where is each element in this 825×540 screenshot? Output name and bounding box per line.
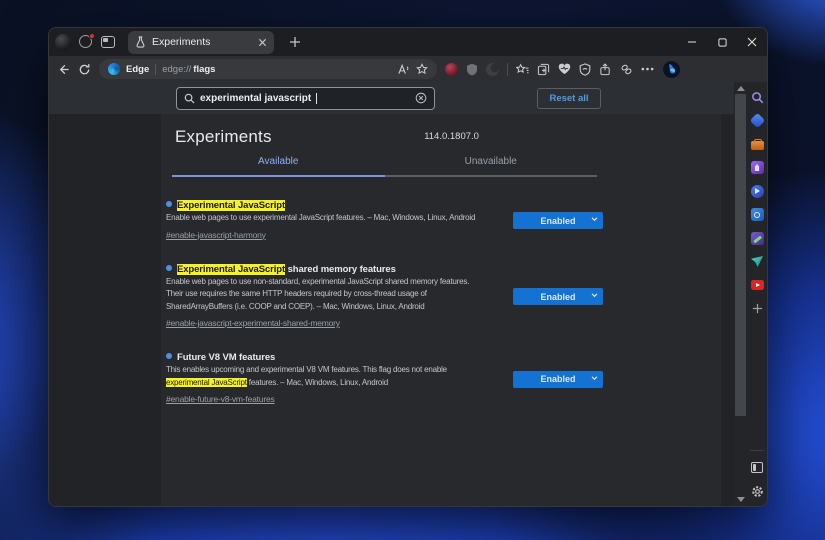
sidebar-games-icon[interactable] — [750, 161, 764, 175]
flag-row-shared-memory: Experimental JavaScript shared memory fe… — [166, 263, 612, 332]
close-button[interactable] — [737, 28, 767, 56]
site-brand-label: Edge — [126, 64, 149, 75]
sidebar-divider — [750, 450, 764, 451]
flag-link[interactable]: #enable-javascript-harmony — [166, 230, 266, 240]
sidebar-tools-icon[interactable] — [750, 137, 764, 151]
flag-description: Enable web pages to use non-standard, ex… — [166, 276, 505, 289]
sidebar-youtube-icon[interactable] — [750, 278, 764, 292]
window-controls — [677, 28, 767, 56]
workspaces-icon[interactable] — [79, 35, 94, 50]
address-bar[interactable]: Edge edge:// flags — [99, 59, 437, 79]
customize-sidebar-icon[interactable] — [750, 461, 764, 475]
sidebar-capture-icon[interactable] — [750, 208, 764, 222]
new-tab-icon[interactable] — [289, 36, 301, 48]
flag-state-select[interactable]: Enabled — [513, 371, 603, 388]
edge-browser-window: Experiments — [48, 27, 768, 507]
sidebar-search-icon[interactable] — [750, 90, 764, 104]
collections-icon[interactable] — [537, 63, 550, 76]
flag-description: Enable web pages to use experimental Jav… — [166, 212, 505, 225]
flag-description: SharedArrayBuffers (i.e. COOP and COEP).… — [166, 301, 505, 314]
back-icon[interactable] — [57, 63, 70, 76]
sidebar-shopping-icon[interactable] — [750, 114, 764, 128]
search-value: experimental javascript — [200, 93, 311, 104]
tab-close-icon[interactable] — [258, 38, 267, 47]
page-scrollbar[interactable] — [734, 82, 747, 506]
flag-state-select[interactable]: Enabled — [513, 212, 603, 229]
flag-link[interactable]: #enable-future-v8-vm-features — [166, 394, 275, 404]
shield-icon[interactable] — [579, 63, 591, 76]
minimize-button[interactable] — [677, 28, 707, 56]
tab-actions-menu-icon[interactable] — [101, 36, 115, 48]
scroll-down-arrow[interactable] — [737, 497, 745, 502]
flags-search-bar: experimental javascript Reset all — [49, 82, 734, 114]
share-icon[interactable] — [599, 63, 612, 76]
clear-search-icon[interactable] — [415, 92, 427, 104]
flag-row-experimental-javascript: Experimental JavaScript Enable web pages… — [166, 199, 612, 243]
link-tools-icon[interactable] — [620, 63, 633, 76]
modified-flag-dot — [166, 265, 172, 271]
extension-icon-1[interactable] — [445, 63, 458, 76]
flag-description: Their use requires the same HTTP headers… — [166, 288, 505, 301]
sidebar-add-icon[interactable] — [750, 302, 764, 316]
tab-experiments[interactable]: Experiments — [128, 31, 274, 54]
scroll-up-arrow[interactable] — [737, 86, 745, 91]
extension-icon-3[interactable] — [486, 63, 499, 76]
page-right-margin — [721, 114, 734, 506]
edge-sidebar — [747, 82, 767, 506]
desktop-wallpaper: Experiments — [0, 0, 825, 540]
url-scheme: edge:// — [162, 64, 191, 75]
experiments-panel: Experiments 114.0.1807.0 Available Unava… — [161, 114, 721, 506]
url-host: flags — [193, 64, 215, 75]
favorites-hub-icon[interactable] — [516, 63, 529, 76]
browser-version: 114.0.1807.0 — [424, 131, 479, 142]
tab-title: Experiments — [152, 36, 252, 48]
availability-tabs: Available Unavailable — [172, 156, 597, 177]
extension-icon-2[interactable] — [466, 63, 478, 76]
flask-icon — [135, 36, 146, 48]
profile-avatar[interactable] — [55, 34, 72, 51]
edge-logo-icon — [108, 63, 120, 75]
flags-page: experimental javascript Reset all Experi… — [49, 82, 734, 506]
page-left-margin — [49, 114, 161, 506]
read-aloud-icon[interactable] — [397, 64, 410, 75]
copilot-icon[interactable] — [662, 60, 681, 79]
sidebar-video-icon[interactable] — [750, 184, 764, 198]
maximize-button[interactable] — [707, 28, 737, 56]
notification-dot — [89, 33, 95, 39]
tab-available[interactable]: Available — [172, 156, 385, 177]
tab-strip: Experiments — [49, 28, 767, 56]
navigation-toolbar: Edge edge:// flags — [49, 56, 767, 82]
sidebar-settings-icon[interactable] — [750, 484, 764, 498]
modified-flag-dot — [166, 353, 172, 359]
search-input[interactable]: experimental javascript — [176, 87, 435, 110]
flag-title: Future V8 VM features — [166, 351, 505, 364]
tab-unavailable[interactable]: Unavailable — [385, 156, 598, 177]
search-icon — [184, 93, 195, 104]
sidebar-drop-icon[interactable] — [750, 255, 764, 269]
flag-description: experimental JavaScript features. – Mac,… — [166, 377, 505, 390]
flag-list: Experimental JavaScript Enable web pages… — [166, 199, 721, 407]
flag-row-future-v8-vm: Future V8 VM features This enables upcom… — [166, 351, 612, 407]
flag-state-select[interactable]: Enabled — [513, 288, 603, 305]
flag-title: Experimental JavaScript — [166, 199, 505, 212]
flag-description: This enables upcoming and experimental V… — [166, 364, 505, 377]
flag-title: Experimental JavaScript shared memory fe… — [166, 263, 505, 276]
modified-flag-dot — [166, 201, 172, 207]
browser-essentials-icon[interactable] — [558, 63, 571, 75]
refresh-icon[interactable] — [78, 63, 91, 76]
settings-more-icon[interactable] — [641, 67, 654, 71]
text-caret — [316, 93, 317, 104]
favorite-star-icon[interactable] — [416, 63, 428, 75]
flag-link[interactable]: #enable-javascript-experimental-shared-m… — [166, 318, 340, 328]
reset-all-button[interactable]: Reset all — [537, 88, 601, 109]
sidebar-designer-icon[interactable] — [750, 231, 764, 245]
scrollbar-thumb[interactable] — [735, 94, 746, 416]
